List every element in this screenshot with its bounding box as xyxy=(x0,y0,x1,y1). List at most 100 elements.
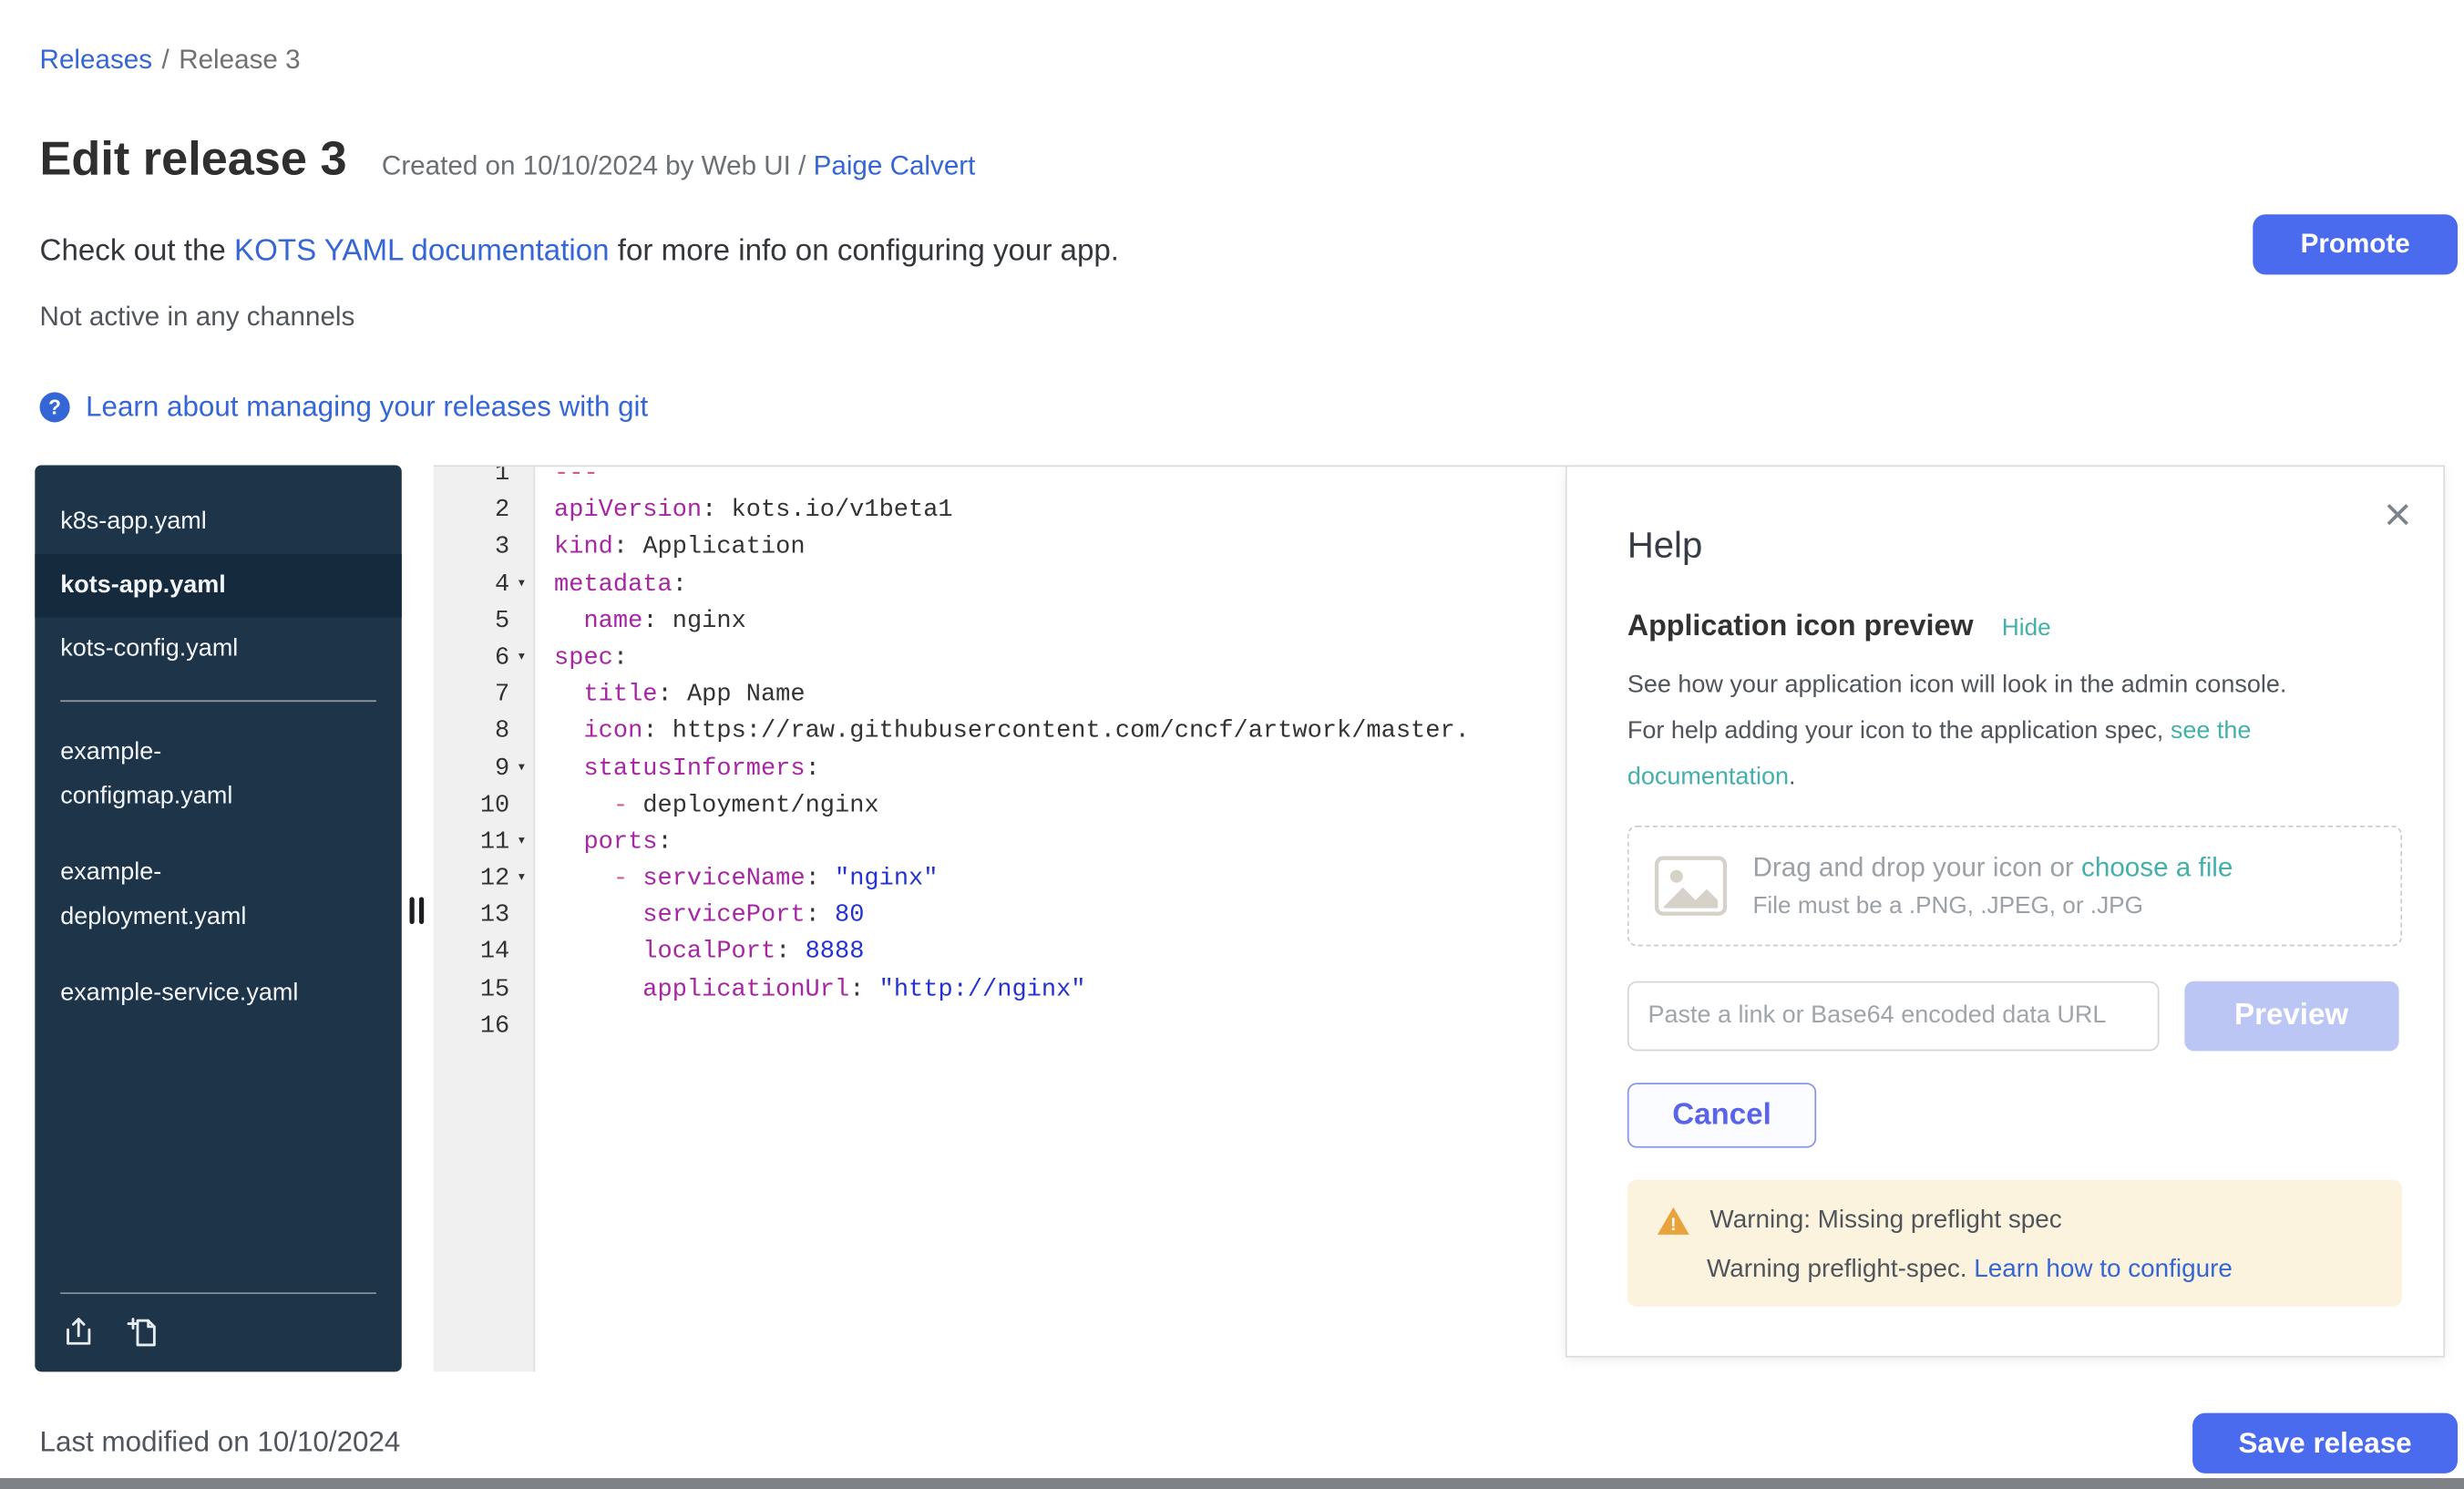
preflight-warning-box: ! Warning: Missing preflight spec Warnin… xyxy=(1627,1180,2402,1307)
code-line-3[interactable]: 3kind: Application xyxy=(434,529,1566,566)
code-text: kind: Application xyxy=(533,529,805,566)
file-tab-example-service.yaml[interactable]: example-service.yaml xyxy=(35,962,352,1026)
code-line-1[interactable]: 1 --- xyxy=(434,465,1566,492)
code-line-15[interactable]: 15 applicationUrl: "http://nginx" xyxy=(434,971,1566,1008)
code-text: applicationUrl: "http://nginx" xyxy=(533,971,1085,1008)
file-tab-example-configmap.yaml[interactable]: example-configmap.yaml xyxy=(35,721,352,828)
code-line-11[interactable]: 11▾ ports: xyxy=(434,824,1566,860)
code-text: name: nginx xyxy=(533,603,745,640)
hide-link[interactable]: Hide xyxy=(2002,614,2051,642)
breadcrumb-releases-link[interactable]: Releases xyxy=(40,45,152,75)
code-editor[interactable]: 1 ---2apiVersion: kots.io/v1beta13kind: A… xyxy=(434,465,1566,1371)
icon-link-input[interactable] xyxy=(1627,981,2159,1052)
code-text: --- xyxy=(533,465,598,492)
fold-spacer xyxy=(509,787,533,824)
code-text: - deployment/nginx xyxy=(533,787,878,824)
warning-title-row: ! Warning: Missing preflight spec xyxy=(1656,1205,2374,1237)
code-line-2[interactable]: 2apiVersion: kots.io/v1beta1 xyxy=(434,492,1566,529)
docs-prefix: Check out the xyxy=(40,235,234,269)
line-number: 5 xyxy=(434,603,510,640)
code-line-8[interactable]: 8 icon: https://raw.githubusercontent.co… xyxy=(434,714,1566,750)
line-number: 7 xyxy=(434,676,510,713)
fold-arrow-icon[interactable]: ▾ xyxy=(509,750,533,786)
line-number: 14 xyxy=(434,934,510,970)
fold-spacer xyxy=(509,714,533,750)
code-text: metadata: xyxy=(533,566,687,602)
fold-arrow-icon[interactable]: ▾ xyxy=(509,566,533,602)
created-text: Created on 10/10/2024 by Web UI / xyxy=(382,151,814,181)
icon-dropzone[interactable]: Drag and drop your icon or choose a file… xyxy=(1627,826,2402,946)
file-tab-example-deployment.yaml[interactable]: example-deployment.yaml xyxy=(35,841,352,949)
fold-arrow-icon[interactable]: ▾ xyxy=(509,860,533,897)
help-title: Help xyxy=(1627,524,2399,567)
code-line-7[interactable]: 7 title: App Name xyxy=(434,676,1566,713)
code-line-10[interactable]: 10 - deployment/nginx xyxy=(434,787,1566,824)
preview-button[interactable]: Preview xyxy=(2184,981,2399,1052)
promote-button[interactable]: Promote xyxy=(2253,214,2458,274)
channel-status: Not active in any channels xyxy=(40,302,355,334)
code-text: title: App Name xyxy=(533,676,805,713)
code-lines: 1 ---2apiVersion: kots.io/v1beta13kind: A… xyxy=(434,465,1566,1044)
breadcrumb-separator: / xyxy=(161,45,169,75)
file-tab-k8s-app.yaml[interactable]: k8s-app.yaml xyxy=(35,490,352,554)
fold-spacer xyxy=(509,676,533,713)
dropzone-text: Drag and drop your icon or choose a file xyxy=(1752,853,2233,885)
icon-link-row: Preview xyxy=(1627,981,2399,1052)
line-number: 11 xyxy=(434,824,510,860)
kots-docs-link[interactable]: KOTS YAML documentation xyxy=(234,235,610,269)
file-sidebar: k8s-app.yamlkots-app.yamlkots-config.yam… xyxy=(35,465,401,1371)
git-help-link[interactable]: Learn about managing your releases with … xyxy=(86,391,648,425)
line-number: 12 xyxy=(434,860,510,897)
bottom-strip xyxy=(0,1478,2464,1489)
fold-arrow-icon[interactable]: ▾ xyxy=(509,824,533,860)
new-file-icon[interactable] xyxy=(126,1313,162,1350)
warning-triangle-icon: ! xyxy=(1656,1205,1690,1237)
code-text: spec: xyxy=(533,640,628,676)
fold-spacer xyxy=(509,465,533,492)
fold-arrow-icon[interactable]: ▾ xyxy=(509,640,533,676)
save-release-button[interactable]: Save release xyxy=(2192,1413,2458,1474)
choose-file-link[interactable]: choose a file xyxy=(2081,853,2233,883)
code-text: servicePort: 80 xyxy=(533,898,864,934)
author-link[interactable]: Paige Calvert xyxy=(814,151,976,181)
code-line-5[interactable]: 5 name: nginx xyxy=(434,603,1566,640)
line-number: 13 xyxy=(434,898,510,934)
fold-spacer xyxy=(509,934,533,970)
fold-spacer xyxy=(509,1008,533,1044)
line-number: 9 xyxy=(434,750,510,786)
dropzone-hint: File must be a .PNG, .JPEG, or .JPG xyxy=(1752,892,2233,919)
fold-spacer xyxy=(509,492,533,529)
file-list-top: k8s-app.yamlkots-app.yamlkots-config.yam… xyxy=(35,490,401,681)
cancel-button[interactable]: Cancel xyxy=(1627,1083,1816,1147)
line-number: 4 xyxy=(434,566,510,602)
code-line-9[interactable]: 9▾ statusInformers: xyxy=(434,750,1566,786)
close-icon[interactable]: × xyxy=(2384,492,2412,539)
created-meta: Created on 10/10/2024 by Web UI / Paige … xyxy=(382,151,975,183)
file-tab-kots-app.yaml[interactable]: kots-app.yaml xyxy=(35,554,401,618)
code-line-13[interactable]: 13 servicePort: 80 xyxy=(434,898,1566,934)
icon-preview-description: See how your application icon will look … xyxy=(1627,662,2326,801)
code-text: icon: https://raw.githubusercontent.com/… xyxy=(533,714,1469,750)
svg-text:!: ! xyxy=(1670,1216,1676,1235)
file-tab-kots-config.yaml[interactable]: kots-config.yaml xyxy=(35,618,352,682)
code-line-12[interactable]: 12▾ - serviceName: "nginx" xyxy=(434,860,1566,897)
sidebar-resize-handle[interactable] xyxy=(410,897,425,924)
line-number: 1 xyxy=(434,465,510,492)
page-title: Edit release 3 xyxy=(40,133,347,187)
code-line-16[interactable]: 16 xyxy=(434,1008,1566,1044)
docs-line: Check out the KOTS YAML documentation fo… xyxy=(40,235,1119,270)
question-circle-icon: ? xyxy=(40,392,70,422)
code-line-14[interactable]: 14 localPort: 8888 xyxy=(434,934,1566,970)
fold-spacer xyxy=(509,898,533,934)
page-header: Edit release 3 Created on 10/10/2024 by … xyxy=(40,133,976,187)
fold-spacer xyxy=(509,603,533,640)
file-list-bottom: example-configmap.yaml example-deployment… xyxy=(35,721,401,1026)
code-text: localPort: 8888 xyxy=(533,934,864,970)
configure-preflight-link[interactable]: Learn how to configure xyxy=(1974,1256,2233,1283)
code-line-6[interactable]: 6▾spec: xyxy=(434,640,1566,676)
page: Releases/Release 3 Edit release 3 Create… xyxy=(0,0,2464,1489)
fold-spacer xyxy=(509,529,533,566)
upload-file-icon[interactable] xyxy=(60,1313,97,1350)
code-line-4[interactable]: 4▾metadata: xyxy=(434,566,1566,602)
fold-spacer xyxy=(509,971,533,1008)
